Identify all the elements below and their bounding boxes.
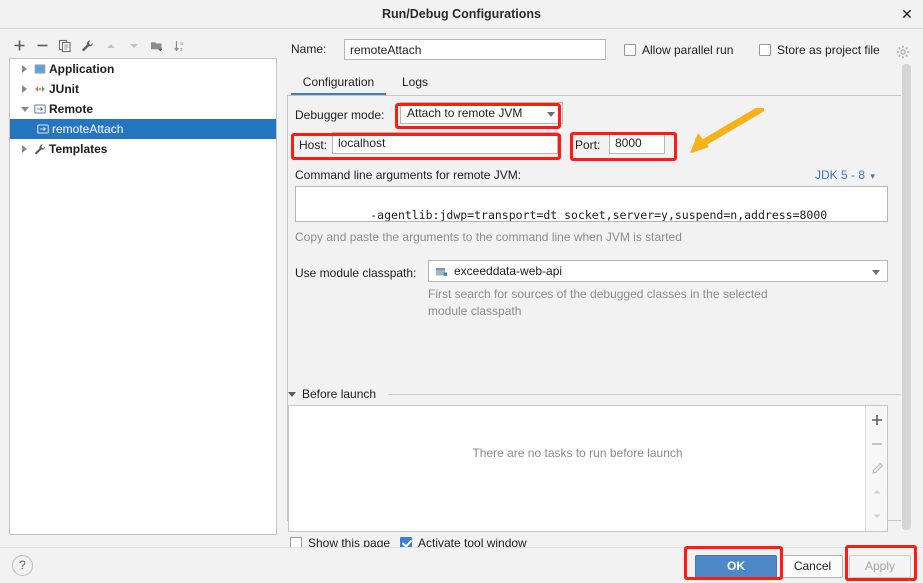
module-classpath-combo[interactable]: exceeddata-web-api (428, 260, 888, 282)
remote-settings-group: Debugger mode: Attach to remote JVM Host… (288, 96, 905, 394)
tree-item-remote[interactable]: Remote (10, 99, 276, 119)
move-down-icon[interactable] (124, 36, 144, 55)
run-debug-configurations-dialog: Run/Debug Configurations ✕ a z Applicati… (0, 0, 923, 583)
move-task-down-icon[interactable] (866, 504, 888, 528)
port-label: Port: (575, 138, 601, 152)
add-icon[interactable] (9, 36, 29, 55)
module-classpath-label: Use module classpath: (295, 266, 417, 280)
module-classpath-hint-line1: First search for sources of the debugged… (428, 287, 768, 301)
help-button[interactable]: ? (12, 555, 33, 576)
tree-item-label: remoteAttach (52, 122, 124, 136)
host-input[interactable] (332, 132, 558, 154)
before-launch-empty-text: There are no tasks to run before launch (472, 446, 683, 460)
sort-alphabetically-icon[interactable]: a z (170, 36, 190, 55)
module-classpath-value: exceeddata-web-api (454, 264, 563, 278)
tree-item-remoteattach[interactable]: remoteAttach (10, 119, 276, 139)
tree-item-junit[interactable]: JUnit (10, 79, 276, 99)
tree-item-label: Remote (49, 102, 94, 116)
before-launch-panel[interactable]: There are no tasks to run before launch (288, 405, 888, 532)
close-icon[interactable]: ✕ (897, 5, 917, 24)
cancel-button[interactable]: Cancel (782, 555, 843, 578)
module-icon (435, 265, 449, 279)
checkbox-box[interactable] (759, 44, 771, 56)
junit-icon (31, 79, 49, 99)
editor-tabs: Configuration Logs (291, 71, 921, 95)
tab-logs[interactable]: Logs (394, 71, 436, 95)
jdk-version-label: JDK 5 - 8 (815, 168, 866, 182)
svg-text:z: z (180, 47, 183, 53)
store-as-project-file-checkbox[interactable]: Store as project file (759, 43, 880, 57)
configurations-tree[interactable]: Application JUnit Remote remoteAttach Te… (9, 58, 277, 535)
new-folder-icon[interactable] (147, 36, 167, 55)
before-launch-toolbar (865, 406, 887, 531)
scrollbar-thumb[interactable] (902, 64, 911, 530)
add-task-icon[interactable] (866, 408, 888, 432)
dialog-button-bar: ? OK Cancel Apply (0, 547, 923, 583)
apply-button[interactable]: Apply (849, 555, 911, 578)
vertical-scrollbar[interactable] (901, 64, 912, 533)
ok-button[interactable]: OK (695, 555, 777, 578)
copy-icon[interactable] (55, 36, 75, 55)
chevron-down-icon[interactable] (18, 99, 31, 119)
move-up-icon[interactable] (101, 36, 121, 55)
before-launch-divider (388, 394, 904, 395)
chevron-right-icon[interactable] (18, 139, 31, 159)
before-launch-title: Before launch (302, 387, 377, 401)
tab-configuration[interactable]: Configuration (291, 71, 386, 95)
allow-parallel-run-label: Allow parallel run (642, 43, 734, 57)
gear-icon[interactable] (896, 45, 910, 59)
jdk-version-selector[interactable]: JDK 5 - 8 ▾ (815, 168, 875, 182)
name-input[interactable] (344, 39, 606, 60)
remote-config-icon (34, 119, 52, 139)
allow-parallel-run-checkbox[interactable]: Allow parallel run (624, 43, 733, 57)
move-task-up-icon[interactable] (866, 480, 888, 504)
tree-item-label: Templates (49, 142, 108, 156)
name-label: Name: (291, 42, 327, 56)
tree-item-application[interactable]: Application (10, 59, 276, 79)
tree-item-label: Application (49, 62, 115, 76)
chevron-down-icon: ▾ (870, 171, 875, 181)
checkbox-box[interactable] (624, 44, 636, 56)
chevron-down-icon[interactable] (547, 112, 555, 117)
debugger-mode-label: Debugger mode: (295, 108, 385, 122)
wrench-icon[interactable] (78, 36, 98, 55)
host-label: Host: (299, 138, 328, 152)
command-line-args-label: Command line arguments for remote JVM: (295, 168, 522, 182)
chevron-right-icon[interactable] (18, 59, 31, 79)
remove-task-icon[interactable] (866, 432, 888, 456)
window-title: Run/Debug Configurations (381, 7, 541, 21)
debugger-mode-value: Attach to remote JVM (407, 106, 523, 120)
application-icon (31, 59, 49, 79)
port-input[interactable] (609, 132, 665, 154)
store-as-project-file-label: Store as project file (777, 43, 880, 57)
tree-item-templates[interactable]: Templates (10, 139, 276, 159)
templates-icon (31, 139, 49, 159)
configurations-sidebar: a z Application JUnit Remote remoteAttac… (0, 29, 283, 547)
chevron-right-icon[interactable] (18, 79, 31, 99)
sidebar-toolbar: a z (0, 33, 283, 58)
window-title-bar: Run/Debug Configurations ✕ (0, 0, 923, 29)
configuration-editor-pane: Name: Allow parallel run Store as projec… (283, 29, 923, 550)
remote-icon (31, 99, 49, 119)
remove-icon[interactable] (32, 36, 52, 55)
tree-item-label: JUnit (49, 82, 79, 96)
command-line-args-hint: Copy and paste the arguments to the comm… (295, 230, 682, 244)
before-launch-header[interactable]: Before launch (288, 386, 376, 402)
chevron-down-icon[interactable] (872, 270, 880, 275)
command-line-args-textarea[interactable]: -agentlib:jdwp=transport=dt_socket,serve… (295, 186, 888, 222)
module-classpath-hint-line2: module classpath (428, 304, 522, 318)
debugger-mode-combo[interactable]: Attach to remote JVM (400, 102, 563, 124)
edit-task-icon[interactable] (866, 456, 888, 480)
chevron-down-icon[interactable] (288, 391, 296, 397)
command-line-args-value: -agentlib:jdwp=transport=dt_socket,serve… (370, 208, 828, 222)
